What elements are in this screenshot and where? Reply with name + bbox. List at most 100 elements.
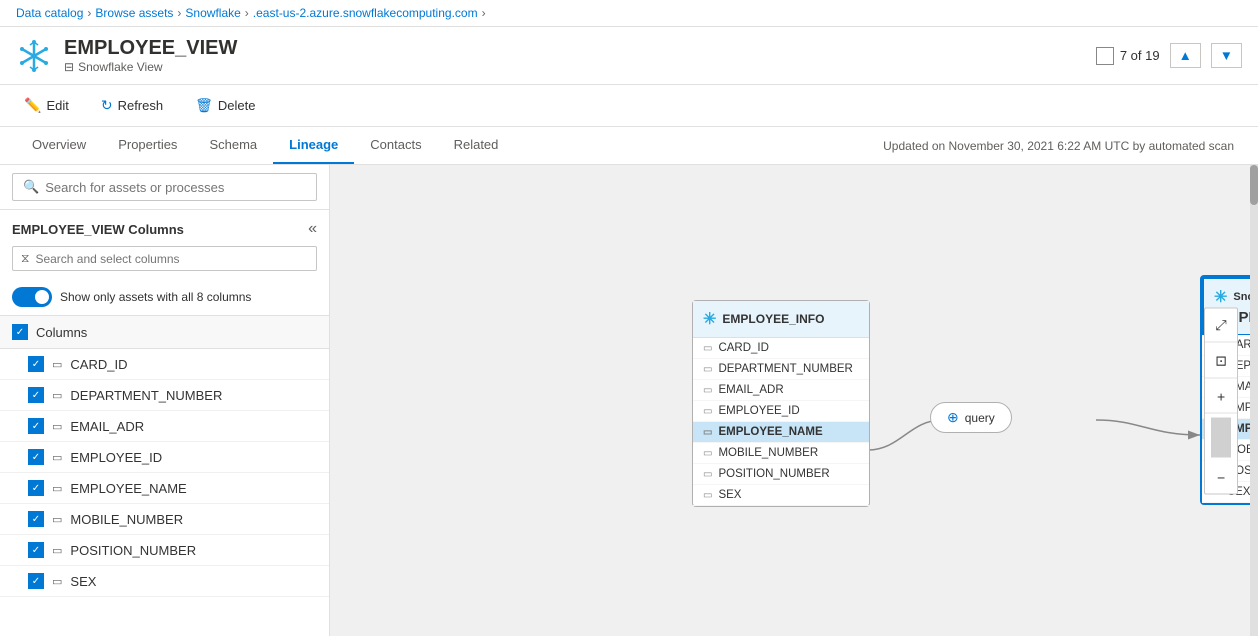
- left-panel: 🔍 EMPLOYEE_VIEW Columns « ⧖ Show only as…: [0, 165, 330, 636]
- node-title-employee-info: EMPLOYEE_INFO: [722, 312, 824, 326]
- col-label: MOBILE_NUMBER: [718, 447, 818, 459]
- zoom-controls: ⤢ ⊡ + −: [1204, 307, 1238, 494]
- lineage-node-employee-info[interactable]: ✳ EMPLOYEE_INFO ▭ CARD_ID ▭ DEPARTMENT_N…: [692, 300, 870, 507]
- select-all-checkbox[interactable]: ✓: [12, 324, 28, 340]
- col-type-icon: ▭: [52, 544, 62, 557]
- columns-search-input[interactable]: [35, 252, 308, 266]
- zoom-in-button[interactable]: +: [1205, 380, 1237, 413]
- col-type-icon: ▭: [52, 420, 62, 433]
- column-item-emp-name[interactable]: ✓ ▭ EMPLOYEE_NAME: [0, 473, 329, 504]
- expand-button[interactable]: ⤢: [1205, 308, 1237, 342]
- col-name-dept-num: DEPARTMENT_NUMBER: [70, 388, 222, 403]
- node-col-dept: ▭ DEPARTMENT_NUMBER: [693, 359, 869, 380]
- col-icon: ▭: [703, 385, 712, 396]
- col-label: POSITION_NUMBER: [718, 468, 829, 480]
- edit-button[interactable]: ✏️ Edit: [16, 93, 77, 118]
- refresh-button[interactable]: ↻ Refresh: [93, 93, 171, 118]
- columns-all-row[interactable]: ✓ Columns: [0, 316, 329, 349]
- tab-properties[interactable]: Properties: [102, 127, 193, 164]
- header-right: 7 of 19 ▲ ▼: [1096, 43, 1242, 68]
- nav-prev-button[interactable]: ▲: [1170, 43, 1201, 68]
- right-scrollbar[interactable]: [1250, 165, 1258, 636]
- snowflake-logo-icon: [16, 38, 52, 74]
- col-checkbox-emp-name[interactable]: ✓: [28, 480, 44, 496]
- column-item-dept-num[interactable]: ✓ ▭ DEPARTMENT_NUMBER: [0, 380, 329, 411]
- asset-subtitle: ⊟ Snowflake View: [64, 60, 237, 74]
- col-checkbox-emp-id[interactable]: ✓: [28, 449, 44, 465]
- col-icon: ▭: [703, 364, 712, 375]
- header-bar: EMPLOYEE_VIEW ⊟ Snowflake View 7 of 19 ▲…: [0, 27, 1258, 85]
- right-panel: ✳ EMPLOYEE_INFO ▭ CARD_ID ▭ DEPARTMENT_N…: [330, 165, 1258, 636]
- breadcrumb-datacatalog[interactable]: Data catalog: [16, 6, 83, 20]
- zoom-scrollbar[interactable]: [1211, 417, 1231, 457]
- breadcrumb-sep2: ›: [177, 6, 181, 20]
- column-item-email-adr[interactable]: ✓ ▭ EMAIL_ADR: [0, 411, 329, 442]
- toggle-label: Show only assets with all 8 columns: [60, 290, 251, 304]
- col-type-icon: ▭: [52, 575, 62, 588]
- col-checkbox-card-id[interactable]: ✓: [28, 356, 44, 372]
- tab-related[interactable]: Related: [438, 127, 515, 164]
- node-col-empid: ▭ EMPLOYEE_ID: [693, 401, 869, 422]
- breadcrumb-browseassets[interactable]: Browse assets: [95, 6, 173, 20]
- refresh-icon: ↻: [101, 97, 113, 114]
- delete-icon: 🗑: [195, 97, 213, 114]
- col-label: EMPLOYEE_ID: [718, 405, 799, 417]
- columns-header-text: EMPLOYEE_VIEW Columns: [12, 222, 184, 237]
- col-checkbox-mobile[interactable]: ✓: [28, 511, 44, 527]
- breadcrumb-sep3: ›: [245, 6, 249, 20]
- delete-button[interactable]: 🗑 Delete: [187, 93, 263, 118]
- column-item-card-id[interactable]: ✓ ▭ CARD_ID: [0, 349, 329, 380]
- node-col-pos: ▭ POSITION_NUMBER: [693, 464, 869, 485]
- col-checkbox-dept-num[interactable]: ✓: [28, 387, 44, 403]
- filter-icon: ⧖: [21, 251, 29, 266]
- column-item-emp-id[interactable]: ✓ ▭ EMPLOYEE_ID: [0, 442, 329, 473]
- counter-text: 7 of 19: [1120, 48, 1160, 63]
- columns-header: EMPLOYEE_VIEW Columns «: [0, 210, 329, 242]
- header-left: EMPLOYEE_VIEW ⊟ Snowflake View: [16, 37, 237, 74]
- col-label: EMPLOYEE_NAME: [718, 426, 822, 438]
- updated-text: Updated on November 30, 2021 6:22 AM UTC…: [883, 139, 1242, 153]
- col-icon: ▭: [703, 469, 712, 480]
- node-col-email: ▭ EMAIL_ADR: [693, 380, 869, 401]
- search-assets-bar: 🔍: [0, 165, 329, 210]
- col-type-icon: ▭: [52, 451, 62, 464]
- columns-search-wrap[interactable]: ⧖: [12, 246, 317, 271]
- fit-button[interactable]: ⊡: [1205, 344, 1237, 378]
- col-name-emp-id: EMPLOYEE_ID: [70, 450, 162, 465]
- col-type-icon: ▭: [52, 482, 62, 495]
- collapse-panel-button[interactable]: «: [308, 220, 317, 238]
- search-assets-wrap[interactable]: 🔍: [12, 173, 317, 201]
- col-icon: ▭: [703, 490, 712, 501]
- column-item-pos-num[interactable]: ✓ ▭ POSITION_NUMBER: [0, 535, 329, 566]
- nav-counter: 7 of 19: [1096, 47, 1160, 65]
- breadcrumb-sep1: ›: [87, 6, 91, 20]
- node-col-card-id: ▭ CARD_ID: [693, 338, 869, 359]
- lineage-canvas[interactable]: ✳ EMPLOYEE_INFO ▭ CARD_ID ▭ DEPARTMENT_N…: [330, 165, 1258, 636]
- node-header-employee-info: ✳ EMPLOYEE_INFO: [693, 301, 869, 338]
- scrollbar-thumb: [1250, 165, 1258, 205]
- column-item-mobile[interactable]: ✓ ▭ MOBILE_NUMBER: [0, 504, 329, 535]
- header-title: EMPLOYEE_VIEW ⊟ Snowflake View: [64, 37, 237, 74]
- col-label: CARD_ID: [718, 342, 768, 354]
- tab-contacts[interactable]: Contacts: [354, 127, 437, 164]
- col-icon: ▭: [703, 448, 712, 459]
- tab-schema[interactable]: Schema: [193, 127, 273, 164]
- toggle-switch[interactable]: [12, 287, 52, 307]
- lineage-node-query[interactable]: ⊕ query: [930, 402, 1012, 433]
- column-item-sex[interactable]: ✓ ▭ SEX: [0, 566, 329, 597]
- breadcrumb-server[interactable]: .east-us-2.azure.snowflakecomputing.com: [253, 6, 478, 20]
- col-name-emp-name: EMPLOYEE_NAME: [70, 481, 186, 496]
- col-checkbox-pos-num[interactable]: ✓: [28, 542, 44, 558]
- col-type-icon: ▭: [52, 358, 62, 371]
- col-name-mobile: MOBILE_NUMBER: [70, 512, 183, 527]
- zoom-out-button[interactable]: −: [1205, 461, 1237, 493]
- tab-lineage[interactable]: Lineage: [273, 127, 354, 164]
- search-assets-input[interactable]: [45, 180, 306, 195]
- col-checkbox-email-adr[interactable]: ✓: [28, 418, 44, 434]
- nav-next-button[interactable]: ▼: [1211, 43, 1242, 68]
- tab-overview[interactable]: Overview: [16, 127, 102, 164]
- col-type-icon: ▭: [52, 389, 62, 402]
- breadcrumb-snowflake[interactable]: Snowflake: [185, 6, 240, 20]
- col-checkbox-sex[interactable]: ✓: [28, 573, 44, 589]
- asset-title: EMPLOYEE_VIEW: [64, 37, 237, 60]
